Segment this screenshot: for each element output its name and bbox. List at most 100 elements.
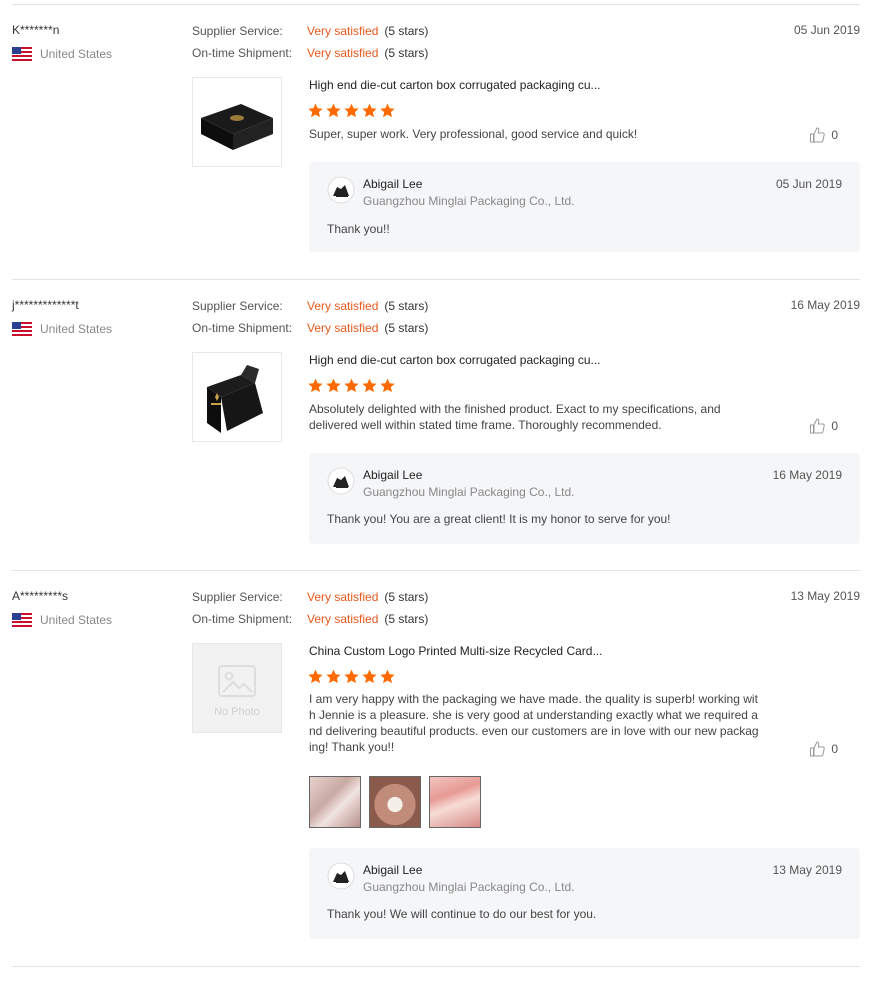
supplier-service-label: Supplier Service: bbox=[192, 24, 283, 38]
star-icon bbox=[362, 103, 377, 118]
thumbs-up-icon bbox=[810, 741, 826, 757]
product-title-link[interactable]: High end die-cut carton box corrugated p… bbox=[309, 353, 601, 367]
review-item: A*********s United States 13 May 2019 Su… bbox=[12, 570, 860, 967]
review-date: 16 May 2019 bbox=[790, 298, 860, 312]
star-rating bbox=[308, 103, 395, 118]
supplier-service-value: Very satisfied bbox=[307, 590, 379, 604]
supplier-service-label: Supplier Service: bbox=[192, 590, 283, 604]
reply-company: Guangzhou Minglai Packaging Co., Ltd. bbox=[363, 485, 575, 499]
like-count: 0 bbox=[831, 419, 838, 433]
country-label: United States bbox=[40, 322, 113, 336]
review-comment: Super, super work. Very professional, go… bbox=[309, 127, 638, 141]
ontime-shipment-rating: On-time Shipment: Very satisfied (5 stars) bbox=[192, 321, 428, 335]
country-label: United States bbox=[40, 613, 113, 627]
star-icon bbox=[380, 378, 395, 393]
star-icon bbox=[344, 378, 359, 393]
ontime-shipment-stars: (5 stars) bbox=[384, 612, 429, 626]
thumbs-up-icon bbox=[810, 127, 826, 143]
star-icon bbox=[326, 103, 341, 118]
product-thumbnail-placeholder[interactable]: No Photo bbox=[192, 643, 282, 733]
star-icon bbox=[308, 103, 323, 118]
list-bottom-divider bbox=[12, 966, 860, 967]
review-photo-thumbnail[interactable] bbox=[429, 776, 481, 828]
like-count: 0 bbox=[831, 128, 838, 142]
product-thumbnail[interactable] bbox=[192, 352, 282, 442]
no-photo-icon bbox=[218, 665, 256, 697]
review-photo-thumbnail[interactable] bbox=[309, 776, 361, 828]
buyer-name: K*******n bbox=[12, 23, 60, 37]
star-rating bbox=[308, 669, 395, 684]
us-flag-icon bbox=[12, 613, 32, 627]
supplier-service-value: Very satisfied bbox=[307, 24, 379, 38]
supplier-reply: Abigail Lee Guangzhou Minglai Packaging … bbox=[309, 162, 860, 252]
supplier-service-rating: Supplier Service: Very satisfied (5 stars) bbox=[192, 24, 428, 38]
star-icon bbox=[380, 103, 395, 118]
ontime-shipment-label: On-time Shipment: bbox=[192, 321, 293, 335]
like-button[interactable]: 0 bbox=[809, 741, 838, 757]
reply-text: Thank you!! bbox=[327, 222, 390, 236]
supplier-service-rating: Supplier Service: Very satisfied (5 stars) bbox=[192, 299, 428, 313]
ontime-shipment-rating: On-time Shipment: Very satisfied (5 stars) bbox=[192, 612, 428, 626]
star-icon bbox=[344, 669, 359, 684]
like-button[interactable]: 0 bbox=[809, 127, 838, 143]
reply-text: Thank you! We will continue to do our be… bbox=[327, 907, 597, 921]
reply-author: Abigail Lee bbox=[363, 177, 423, 191]
review-date: 05 Jun 2019 bbox=[793, 23, 860, 37]
reply-date: 16 May 2019 bbox=[772, 468, 842, 482]
review-comment: Absolutely delighted with the finished p… bbox=[309, 402, 721, 432]
supplier-avatar bbox=[327, 176, 355, 204]
reply-text: Thank you! You are a great client! It is… bbox=[327, 512, 671, 526]
ontime-shipment-stars: (5 stars) bbox=[384, 321, 429, 335]
ontime-shipment-value: Very satisfied bbox=[307, 612, 379, 626]
star-icon bbox=[380, 669, 395, 684]
reply-author: Abigail Lee bbox=[363, 863, 423, 877]
buyer-name: j*************t bbox=[12, 298, 79, 312]
star-rating bbox=[308, 378, 395, 393]
reply-company: Guangzhou Minglai Packaging Co., Ltd. bbox=[363, 880, 575, 894]
review-photos bbox=[309, 776, 481, 828]
ontime-shipment-label: On-time Shipment: bbox=[192, 46, 293, 60]
product-title-link[interactable]: High end die-cut carton box corrugated p… bbox=[309, 78, 601, 92]
review-item: K*******n United States 05 Jun 2019 Supp… bbox=[12, 4, 860, 280]
ontime-shipment-value: Very satisfied bbox=[307, 321, 379, 335]
country-label: United States bbox=[40, 47, 113, 61]
supplier-service-value: Very satisfied bbox=[307, 299, 379, 313]
buyer-country: United States bbox=[12, 322, 112, 336]
reply-date: 13 May 2019 bbox=[772, 863, 842, 877]
supplier-service-stars: (5 stars) bbox=[384, 299, 429, 313]
supplier-service-stars: (5 stars) bbox=[384, 590, 429, 604]
reply-date: 05 Jun 2019 bbox=[775, 177, 842, 191]
us-flag-icon bbox=[12, 47, 32, 61]
buyer-country: United States bbox=[12, 613, 112, 627]
supplier-avatar bbox=[327, 467, 355, 495]
star-icon bbox=[362, 378, 377, 393]
product-title-link[interactable]: China Custom Logo Printed Multi-size Rec… bbox=[309, 644, 602, 658]
buyer-name: A*********s bbox=[12, 589, 69, 603]
star-icon bbox=[326, 378, 341, 393]
like-button[interactable]: 0 bbox=[809, 418, 838, 434]
star-icon bbox=[326, 669, 341, 684]
star-icon bbox=[308, 378, 323, 393]
product-thumbnail[interactable] bbox=[192, 77, 282, 167]
ontime-shipment-stars: (5 stars) bbox=[384, 46, 429, 60]
review-date: 13 May 2019 bbox=[790, 589, 860, 603]
supplier-service-stars: (5 stars) bbox=[384, 24, 429, 38]
supplier-avatar bbox=[327, 862, 355, 890]
reply-author: Abigail Lee bbox=[363, 468, 423, 482]
no-photo-label: No Photo bbox=[214, 706, 260, 718]
supplier-service-rating: Supplier Service: Very satisfied (5 stars) bbox=[192, 590, 428, 604]
star-icon bbox=[308, 669, 323, 684]
like-count: 0 bbox=[831, 742, 838, 756]
supplier-reply: Abigail Lee Guangzhou Minglai Packaging … bbox=[309, 453, 860, 544]
reply-company: Guangzhou Minglai Packaging Co., Ltd. bbox=[363, 194, 575, 208]
ontime-shipment-label: On-time Shipment: bbox=[192, 612, 293, 626]
supplier-reply: Abigail Lee Guangzhou Minglai Packaging … bbox=[309, 848, 860, 939]
us-flag-icon bbox=[12, 322, 32, 336]
ontime-shipment-rating: On-time Shipment: Very satisfied (5 stars) bbox=[192, 46, 428, 60]
ontime-shipment-value: Very satisfied bbox=[307, 46, 379, 60]
review-comment: I am very happy with the packaging we ha… bbox=[309, 692, 759, 754]
star-icon bbox=[362, 669, 377, 684]
review-photo-thumbnail[interactable] bbox=[369, 776, 421, 828]
buyer-country: United States bbox=[12, 47, 112, 61]
star-icon bbox=[344, 103, 359, 118]
